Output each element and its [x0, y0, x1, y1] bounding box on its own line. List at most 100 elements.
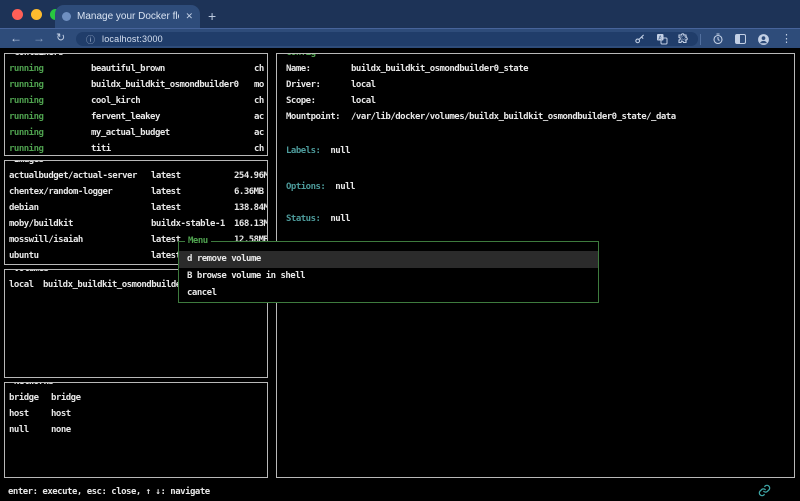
network-name: host — [51, 406, 71, 422]
network-driver: null — [9, 422, 29, 438]
image-name: actualbudget/actual-server — [9, 168, 137, 184]
image-tag: latest — [151, 168, 181, 184]
config-meta-row: Options: null — [277, 179, 794, 195]
side-panel-icon[interactable] — [735, 34, 746, 44]
container-name: beautiful_brown — [91, 61, 165, 77]
network-driver: host — [9, 406, 29, 422]
url-text[interactable]: localhost:3000 — [102, 34, 634, 44]
connection-link-icon — [758, 484, 771, 500]
image-tag: latest — [151, 184, 181, 200]
container-name: cool_kirch — [91, 93, 140, 109]
container-status: running — [9, 141, 43, 156]
container-image: ch — [254, 93, 264, 109]
container-status: running — [9, 125, 43, 141]
menu-item[interactable]: B browse volume in shell — [179, 268, 598, 285]
image-tag: latest — [151, 200, 181, 216]
config-meta-label: Labels: — [286, 146, 320, 156]
window-controls — [12, 9, 61, 20]
toolbar-extensions-area: ⋮ — [677, 32, 792, 46]
config-meta-row: Status: null — [277, 211, 794, 227]
network-row[interactable]: bridge bridge — [5, 390, 267, 406]
extensions-puzzle-icon[interactable] — [677, 33, 689, 45]
image-name: mosswill/isaiah — [9, 232, 83, 248]
container-row[interactable]: running cool_kirch ch — [5, 93, 267, 109]
translate-icon[interactable]: A — [656, 33, 668, 45]
container-name: titi — [91, 141, 111, 156]
network-name: none — [51, 422, 71, 438]
networks-panel: Networks bridge bridge host host null — [4, 382, 268, 478]
keybinding-hints: enter: execute, esc: close, ↑ ↓: navigat… — [8, 485, 210, 499]
forward-icon[interactable]: → — [33, 29, 45, 49]
volumes-panel-title: Volumes — [11, 269, 51, 274]
reload-icon[interactable]: ↻ — [56, 29, 65, 49]
network-row[interactable]: null none — [5, 422, 267, 438]
browser-menu-icon[interactable]: ⋮ — [781, 34, 792, 45]
image-tag: latest — [151, 248, 181, 264]
network-driver: bridge — [9, 390, 39, 406]
container-name: fervent_leakey — [91, 109, 160, 125]
docker-tui: Containers running beautiful_brown ch ru… — [0, 48, 800, 501]
config-meta-label: Status: — [286, 214, 320, 224]
container-name: my_actual_budget — [91, 125, 170, 141]
container-row[interactable]: running buildx_buildkit_osmondbuilder0 m… — [5, 77, 267, 93]
tab-title: Manage your Docker fleet wi — [77, 11, 179, 22]
container-image: ac — [254, 109, 264, 125]
extension-clock-icon[interactable] — [712, 33, 724, 45]
container-image: ch — [254, 141, 264, 156]
image-row[interactable]: chentex/random-logger latest 6.36MB — [5, 184, 267, 200]
site-info-icon[interactable]: ⓘ — [86, 33, 95, 46]
address-bar[interactable]: ⓘ localhost:3000 A ☆ — [76, 32, 698, 46]
menu-item[interactable]: d remove volume — [179, 251, 598, 268]
container-status: running — [9, 61, 43, 77]
container-row[interactable]: running beautiful_brown ch — [5, 61, 267, 77]
window-minimize-button[interactable] — [31, 9, 42, 20]
containers-panel-title: Containers — [11, 53, 66, 58]
config-meta-value: null — [330, 214, 350, 224]
window-close-button[interactable] — [12, 9, 23, 20]
image-row[interactable]: actualbudget/actual-server latest 254.96… — [5, 168, 267, 184]
container-row[interactable]: running fervent_leakey ac — [5, 109, 267, 125]
image-name: ubuntu — [9, 248, 39, 264]
images-panel-title: Images — [11, 160, 47, 165]
config-meta-label: Options: — [286, 182, 325, 192]
toolbar-separator — [700, 34, 701, 45]
container-image: ac — [254, 125, 264, 141]
tab-close-icon[interactable]: ✕ — [185, 11, 193, 22]
tab-favicon-icon — [62, 12, 71, 21]
network-name: bridge — [51, 390, 81, 406]
image-size: 138.84MB — [234, 200, 268, 216]
menu-item[interactable]: cancel — [179, 285, 598, 302]
image-tag: buildx-stable-1 — [151, 216, 225, 232]
back-icon[interactable]: ← — [10, 29, 22, 49]
image-tag: latest — [151, 232, 181, 248]
containers-panel: Containers running beautiful_brown ch ru… — [4, 53, 268, 156]
browser-toolbar: ← → ↻ ⓘ localhost:3000 A ☆ — [0, 28, 800, 48]
container-image: ch — [254, 61, 264, 77]
config-meta-value: null — [330, 146, 350, 156]
volume-driver: local — [9, 277, 34, 293]
tab-strip: Manage your Docker fleet wi ✕ + — [0, 0, 800, 28]
networks-list: bridge bridge host host null none — [5, 383, 267, 477]
container-name: buildx_buildkit_osmondbuilder0 — [91, 77, 239, 93]
container-row[interactable]: running my_actual_budget ac — [5, 125, 267, 141]
profile-avatar-icon[interactable] — [757, 33, 770, 46]
context-menu: Menu d remove volume B browse volume in … — [178, 241, 599, 303]
container-row[interactable]: running titi ch — [5, 141, 267, 156]
new-tab-button[interactable]: + — [208, 5, 216, 28]
container-status: running — [9, 77, 43, 93]
networks-panel-title: Networks — [11, 382, 56, 387]
container-status: running — [9, 93, 43, 109]
config-meta-row: Labels: null — [277, 143, 794, 159]
context-menu-items: d remove volume B browse volume in shell… — [179, 242, 598, 302]
container-status: running — [9, 109, 43, 125]
image-row[interactable]: debian latest 138.84MB — [5, 200, 267, 216]
password-key-icon[interactable] — [634, 34, 645, 45]
network-row[interactable]: host host — [5, 406, 267, 422]
image-row[interactable]: moby/buildkit buildx-stable-1 168.13MB — [5, 216, 267, 232]
browser-tab[interactable]: Manage your Docker fleet wi ✕ — [55, 5, 200, 28]
image-name: debian — [9, 200, 39, 216]
context-menu-title: Menu — [185, 236, 211, 246]
image-size: 168.13MB — [234, 216, 268, 232]
browser-window: Manage your Docker fleet wi ✕ + ← → ↻ ⓘ … — [0, 0, 800, 501]
config-panel-title: Config — [283, 53, 319, 58]
